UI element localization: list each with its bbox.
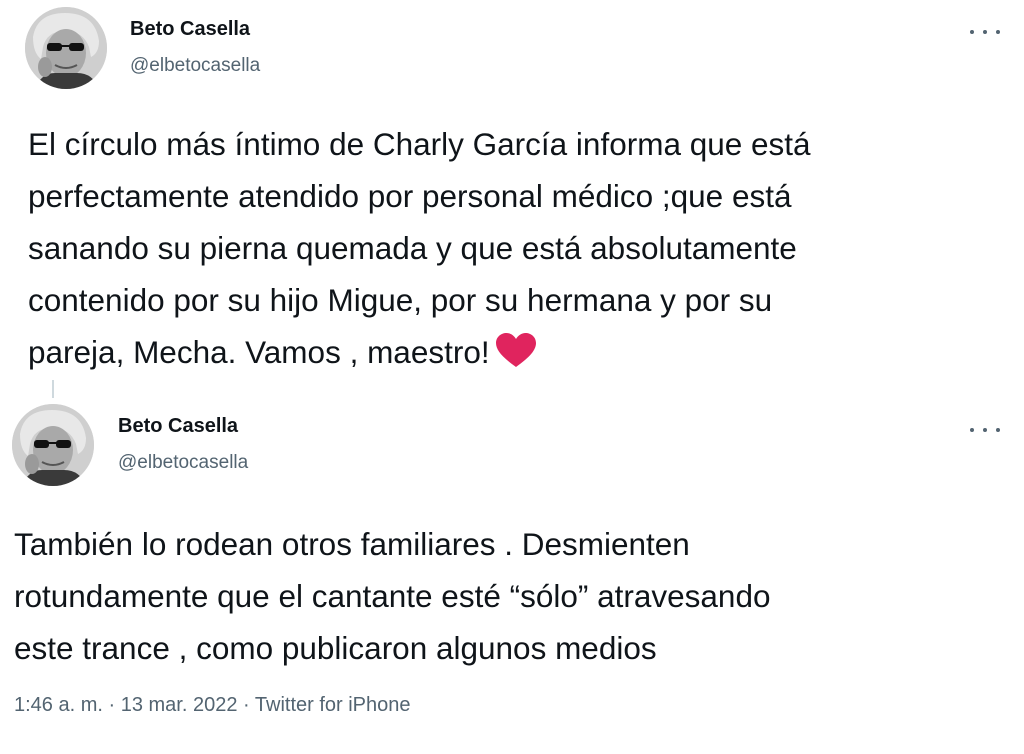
tweet-text: El círculo más íntimo de Charly García i…	[28, 118, 1018, 378]
red-heart-icon	[495, 332, 536, 368]
author-name[interactable]: Beto Casella	[130, 18, 250, 41]
tweet-source[interactable]: Twitter for iPhone	[255, 694, 411, 716]
tweet-text: También lo rodean otros familiares . Des…	[14, 526, 771, 666]
more-options-icon[interactable]	[970, 422, 1000, 438]
tweet-time[interactable]: 1:46 a. m.	[14, 694, 103, 716]
author-handle[interactable]: @elbetocasella	[130, 55, 260, 77]
tweet-metadata: 1:46 a. m. · 13 mar. 2022 · Twitter for …	[14, 694, 411, 717]
more-options-icon[interactable]	[970, 24, 1000, 40]
author-handle[interactable]: @elbetocasella	[118, 452, 248, 474]
avatar-photo	[12, 404, 94, 486]
tweet-date[interactable]: 13 mar. 2022	[121, 694, 238, 716]
avatar[interactable]	[25, 7, 107, 89]
avatar-photo	[25, 7, 107, 89]
meta-separator: ·	[237, 694, 255, 716]
thread-connector-line	[52, 380, 54, 398]
tweet-1: Beto Casella @elbetocasella El círculo m…	[0, 0, 1024, 380]
tweet-text-content: El círculo más íntimo de Charly García i…	[28, 126, 811, 370]
meta-separator: ·	[102, 694, 121, 716]
author-name[interactable]: Beto Casella	[118, 415, 238, 438]
avatar[interactable]	[12, 404, 94, 486]
